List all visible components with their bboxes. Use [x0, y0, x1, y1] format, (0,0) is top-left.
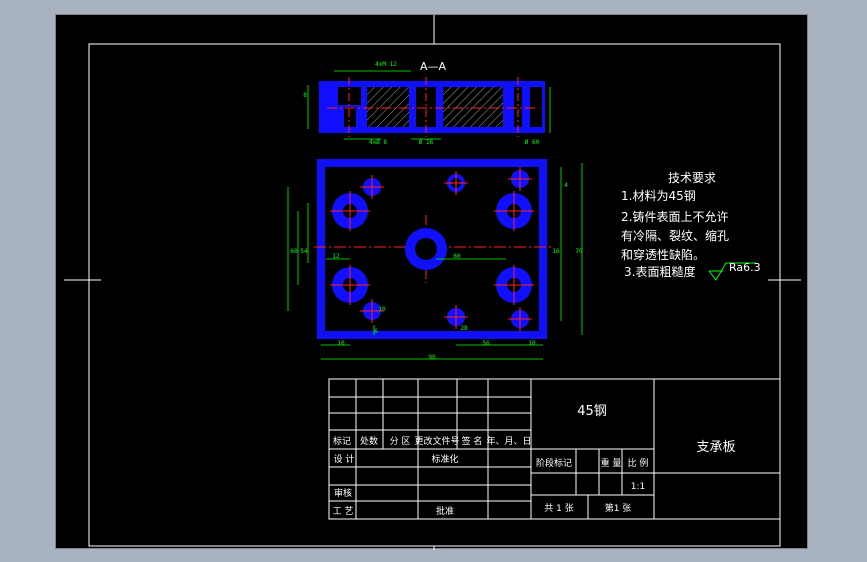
label-review: 审核 — [334, 487, 352, 499]
dim-pv-6: 60 — [290, 248, 298, 255]
dim-pv-11: 28 — [460, 325, 468, 332]
tech-item-2: 2.铸件表面上不允许 — [621, 209, 728, 224]
dim-pv-7: 10 — [337, 340, 345, 347]
tech-item-4: 和穿透性缺陷。 — [621, 247, 705, 262]
dim-pv-1: 70 — [575, 248, 583, 255]
label-sheet-no: 第1 张 — [605, 502, 632, 514]
label-ratio: 比 例 — [628, 457, 649, 469]
section-view: 4xM 12 4xØ 8 Ø 16 8 Ø 60 — [303, 61, 551, 146]
dim-pv-8: 6 — [374, 328, 378, 335]
header-riqi: 年、月、日 — [486, 435, 531, 447]
scale-value: 1:1 — [631, 482, 645, 492]
label-weight: 重 量 — [601, 457, 622, 469]
dim-pv-9: 4 — [564, 182, 568, 189]
material-text: 45钢 — [577, 404, 607, 419]
header-chushu: 处数 — [360, 435, 378, 447]
dim-pv-0: 90 — [428, 354, 436, 361]
dim-pv-12: 10 — [528, 340, 536, 347]
label-total-sheets: 共 1 张 — [544, 503, 573, 514]
dim-tv-2: Ø 16 — [419, 139, 434, 146]
drawing-canvas: A—A 4xM 12 4xØ 8 Ø 16 8 Ø 60 90 70 54 12… — [55, 14, 808, 550]
dim-tv-1: 4xØ 8 — [369, 139, 387, 146]
tech-requirements: 技术要求 1.材料为45钢 2.铸件表面上不允许 有冷隔、裂纹、缩孔 和穿透性缺… — [621, 171, 761, 281]
label-standardize: 标准化 — [431, 453, 458, 465]
header-genggai: 更改文件号 — [414, 435, 459, 447]
drawing-svg: A—A 4xM 12 4xØ 8 Ø 16 8 Ø 60 90 70 54 12… — [64, 15, 801, 550]
label-design: 设 计 — [334, 453, 355, 465]
label-approve: 批准 — [436, 505, 454, 517]
tech-item-5: 3.表面粗糙度 — [624, 264, 695, 279]
header-biaoji: 标记 — [333, 435, 351, 447]
label-stage-mark: 阶段标记 — [536, 457, 572, 469]
dim-tv-0: 4xM 12 — [375, 61, 397, 68]
dim-pv-10: 56 — [482, 340, 490, 347]
dim-pv-3: 12 — [332, 253, 340, 260]
dim-tv-3: 8 — [303, 92, 307, 99]
roughness-value: Ra6.3 — [729, 261, 761, 274]
dim-pv-13: 10 — [378, 306, 386, 313]
part-name-text: 支承板 — [696, 440, 735, 455]
dim-pv-2: 54 — [300, 248, 308, 255]
tech-item-3: 有冷隔、裂纹、缩孔 — [621, 228, 729, 243]
label-process: 工 艺 — [333, 506, 354, 517]
plan-view: 90 70 54 12 60 16 60 10 6 4 56 28 10 10 — [287, 159, 583, 361]
dim-pv-4: 60 — [453, 253, 461, 260]
tech-item-1: 1.材料为45钢 — [621, 189, 696, 203]
header-qianming: 签 名 — [462, 435, 483, 447]
header-fenqu: 分 区 — [390, 436, 411, 447]
section-label: A—A — [420, 60, 447, 73]
dim-pv-5: 16 — [552, 248, 560, 255]
dim-tv-4: Ø 60 — [525, 139, 540, 146]
tech-title: 技术要求 — [668, 171, 716, 185]
